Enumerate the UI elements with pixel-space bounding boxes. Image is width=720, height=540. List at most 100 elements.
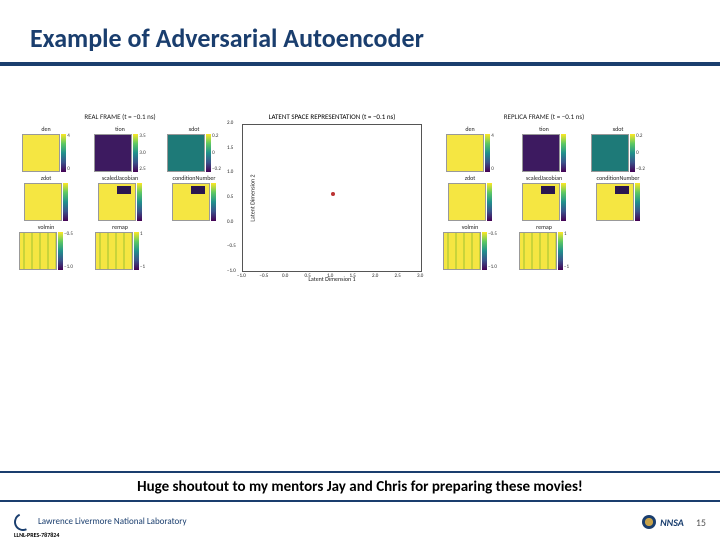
nnsa-block: NNSA 15 [642,515,706,529]
colorbar [561,134,566,172]
colorbar [482,232,487,270]
colorbar-ticks: 40 [67,134,70,172]
heatmap-cell: xdot 0.20−0.2 [582,125,654,172]
heatmap-cell: scaledJacobian [508,174,580,221]
xtick: 0.0 [282,273,288,279]
colorbar [485,134,490,172]
pres-id: LLNL-PRES-787824 [14,531,59,539]
heatmap-label: xdot [613,125,624,133]
colorbar [206,134,211,172]
heatmap-image [522,134,560,172]
xtick: 2.0 [372,273,378,279]
scatter-ylabel: Latent Dimension 2 [249,174,257,221]
shoutout-bar: Huge shoutout to my mentors Jay and Chri… [0,471,720,502]
heatmap-cell: volmin −0.5−1.0 [434,223,506,270]
colorbar [561,183,566,221]
heatmap-cell: zdot [434,174,506,221]
heatmap-cell: den 40 [434,125,506,172]
heatmap-cell: den 40 [10,125,82,172]
heatmap-image [446,134,484,172]
page-number: 15 [696,516,706,529]
heatmap-cell: conditionNumber [582,174,654,221]
xtick: 2.5 [395,273,401,279]
heatmap-image [448,183,486,221]
heatmap-label: remap [536,223,552,231]
nnsa-seal-icon [642,515,656,529]
heatmap-image [591,134,629,172]
xtick: 0.5 [305,273,311,279]
heatmap-image [19,232,57,270]
heatmap-label: volmin [38,223,55,231]
heatmap-image [167,134,205,172]
llnl-logo: Lawrence Livermore National Laboratory [14,513,187,531]
colorbar [211,183,216,221]
left-grid: den 40 tion 3.53.02.5 xdot 0.20−0.2 zdot scaled… [10,125,230,270]
colorbar [134,232,139,270]
heatmap-image [22,134,60,172]
heatmap-label: conditionNumber [172,174,215,182]
colorbar [137,183,142,221]
heatmap-cell: volmin −0.5−1.0 [10,223,82,270]
heatmap-cell: remap1−1 [84,223,156,270]
heatmap-label: conditionNumber [596,174,639,182]
shoutout-rule-bot [0,500,720,502]
heatmap-label: tion [539,125,549,133]
title-rule [0,62,720,66]
heatmap-cell: remap 1−1 [508,223,580,270]
ytick: 0.5 [227,194,233,200]
scatter-title: LATENT SPACE REPRESENTATION (t = −0.1 ns… [242,112,422,121]
heatmap-image [522,183,560,221]
xtick: 1.0 [327,273,333,279]
colorbar-ticks: −0.5−1.0 [64,232,73,270]
heatmap-label: tion [115,125,125,133]
colorbar [133,134,138,172]
right-grid: den 40 tion xdot 0.20−0.2 zdot scaledJacobian c… [434,125,654,270]
colorbar-ticks: 0.20−0.2 [636,134,645,172]
heatmap-label: den [41,125,50,133]
center-panel: LATENT SPACE REPRESENTATION (t = −0.1 ns… [242,112,422,272]
heatmap-cell: xdot 0.20−0.2 [158,125,230,172]
ytick: −1.0 [227,268,236,274]
colorbar-ticks: 40 [491,134,494,172]
heatmap-cell: tion 3.53.02.5 [84,125,156,172]
heatmap-image [172,183,210,221]
shoutout-text: Huge shoutout to my mentors Jay and Chri… [137,478,583,496]
colorbar [630,134,635,172]
heatmap-label: zdot [41,174,52,182]
ytick: 2.0 [227,120,233,126]
heatmap-label: volmin [462,223,479,231]
heatmap-image [519,232,557,270]
colorbar [61,134,66,172]
nnsa-text: NNSA [660,516,684,529]
content-row: REAL FRAME (t = −0.1 ns) den 40 tion 3.53.0… [0,72,720,272]
heatmap-image [443,232,481,270]
heatmap-label: scaledJacobian [526,174,562,182]
heatmap-image [98,183,136,221]
xtick: 1.5 [350,273,356,279]
left-panel: REAL FRAME (t = −0.1 ns) den 40 tion 3.53.0… [10,112,230,270]
colorbar-ticks: 3.53.02.5 [139,134,145,172]
colorbar-ticks: 1−1 [564,232,569,270]
ytick: −0.5 [227,243,236,249]
xtick: 3.0 [417,273,423,279]
colorbar [635,183,640,221]
heatmap-label: xdot [189,125,200,133]
heatmap-label: den [465,125,474,133]
footer: Lawrence Livermore National Laboratory N… [0,504,720,540]
xtick: −1.0 [237,273,246,279]
colorbar [487,183,492,221]
xtick: −0.5 [260,273,269,279]
colorbar-ticks: 0.20−0.2 [212,134,221,172]
heatmap-image [24,183,62,221]
heatmap-cell: conditionNumber [158,174,230,221]
ytick: 1.0 [227,169,233,175]
llnl-name: Lawrence Livermore National Laboratory [38,517,187,527]
shoutout-rule-top [0,471,720,473]
heatmap-cell: tion [508,125,580,172]
ytick: 1.5 [227,145,233,151]
right-panel: REPLICA FRAME (t = −0.1 ns) den40tionxdo… [434,112,654,270]
left-panel-title: REAL FRAME (t = −0.1 ns) [10,112,230,121]
heatmap-image [596,183,634,221]
heatmap-label: scaledJacobian [102,174,138,182]
colorbar-ticks: −0.5−1.0 [488,232,497,270]
